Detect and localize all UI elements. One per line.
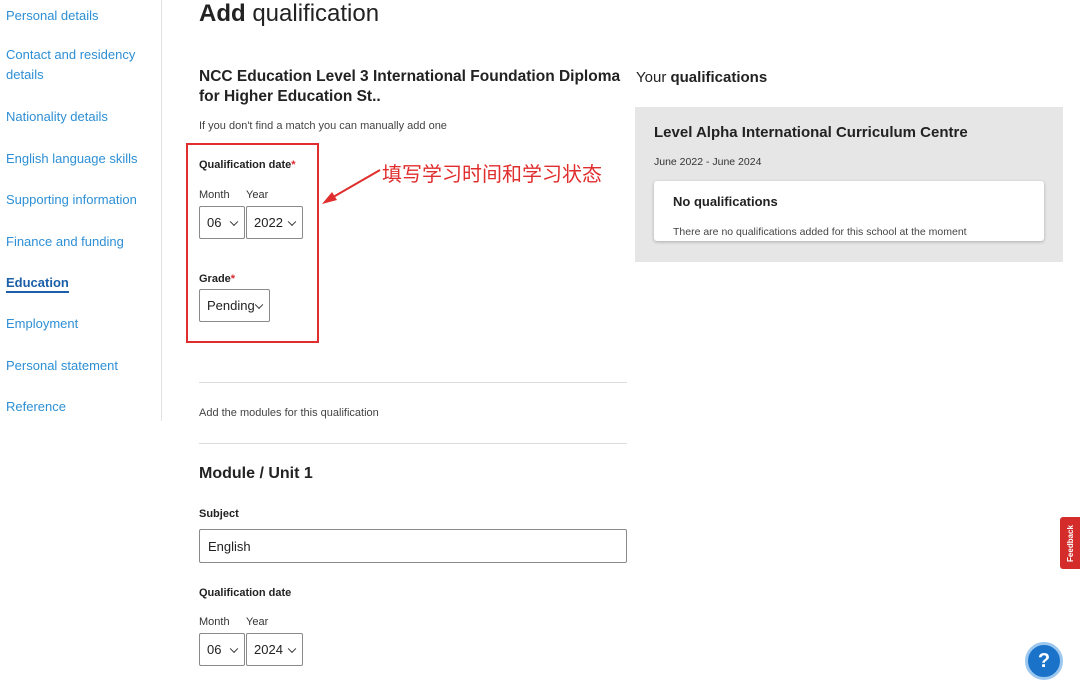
divider xyxy=(199,382,627,383)
manual-add-text: If you don't find a match you can manual… xyxy=(199,120,447,132)
module-month-label: Month xyxy=(199,616,230,628)
sidebar-item-personal-statement[interactable]: Personal statement xyxy=(6,356,146,376)
help-button[interactable]: ? xyxy=(1025,642,1063,680)
sidebar-item-personal-details[interactable]: Personal details xyxy=(6,6,146,26)
sidebar-item-label: Education xyxy=(6,275,69,293)
required-mark: * xyxy=(230,273,236,285)
module-year-select[interactable]: 2024 xyxy=(246,633,303,666)
grade-select-value: Pending xyxy=(207,298,255,313)
no-qualifications-card: No qualifications There are no qualifica… xyxy=(654,181,1044,241)
sidebar-nav: Personal details Contact and residency d… xyxy=(0,0,162,421)
module-year-label: Year xyxy=(246,616,269,628)
sidebar-item-label: English language skills xyxy=(6,151,138,166)
page-title-bold: Add xyxy=(199,0,246,27)
page-title: Add qualification xyxy=(199,0,379,28)
modules-intro-text: Add the modules for this qualification xyxy=(199,407,379,419)
month-select[interactable]: 06 xyxy=(199,206,245,239)
year-select-value: 2022 xyxy=(254,215,283,230)
sidebar-item-nationality[interactable]: Nationality details xyxy=(6,107,146,127)
school-panel: Level Alpha International Curriculum Cen… xyxy=(635,107,1063,262)
school-dates: June 2022 - June 2024 xyxy=(654,156,762,168)
grade-select[interactable]: Pending xyxy=(199,289,270,322)
sidebar-item-label: Reference xyxy=(6,399,66,414)
arrow-icon xyxy=(322,169,381,204)
sidebar-item-finance[interactable]: Finance and funding xyxy=(6,232,146,252)
subject-input-value: English xyxy=(208,538,251,554)
help-icon: ? xyxy=(1037,649,1051,672)
feedback-tab[interactable]: Feedback xyxy=(1060,517,1080,569)
qualification-date-label: Qualification date* xyxy=(199,159,296,171)
sidebar-item-english-language[interactable]: English language skills xyxy=(6,149,146,169)
sidebar-item-education[interactable]: Education xyxy=(6,273,146,293)
sidebar-item-employment[interactable]: Employment xyxy=(6,314,146,334)
sidebar-item-label: Personal details xyxy=(6,8,99,23)
qualification-name: NCC Education Level 3 International Foun… xyxy=(199,68,621,105)
sidebar-item-label: Supporting information xyxy=(6,192,137,207)
sidebar-item-supporting-info[interactable]: Supporting information xyxy=(6,190,146,210)
qualification-date-label-text: Qualification date xyxy=(199,159,292,171)
divider xyxy=(199,443,627,444)
sidebar-item-label: Employment xyxy=(6,316,79,331)
your-qualifications-heading-light: Your xyxy=(636,69,667,86)
subject-input[interactable]: English xyxy=(199,529,627,563)
feedback-label: Feedback xyxy=(1065,524,1075,562)
required-mark: * xyxy=(291,159,296,171)
chevron-down-icon xyxy=(287,644,297,653)
sidebar-item-label: Contact and residency details xyxy=(6,47,136,82)
chevron-down-icon xyxy=(287,217,297,226)
sidebar-item-reference[interactable]: Reference xyxy=(6,397,146,417)
school-name: Level Alpha International Curriculum Cen… xyxy=(654,124,968,141)
your-qualifications-heading-bold: qualifications xyxy=(670,69,768,86)
sidebar-item-label: Personal statement xyxy=(6,358,119,373)
module-year-select-value: 2024 xyxy=(254,642,283,657)
grade-label: Grade* xyxy=(199,273,235,285)
year-label: Year xyxy=(246,189,269,201)
subject-label: Subject xyxy=(199,508,239,520)
chevron-down-icon xyxy=(229,644,239,653)
module-month-select-value: 06 xyxy=(207,642,222,657)
no-qualifications-text: There are no qualifications added for th… xyxy=(673,226,967,238)
no-qualifications-title: No qualifications xyxy=(673,194,778,209)
year-select[interactable]: 2022 xyxy=(246,206,303,239)
sidebar-item-contact-residency[interactable]: Contact and residency details xyxy=(6,45,146,85)
chevron-down-icon xyxy=(254,300,264,309)
month-label: Month xyxy=(199,189,230,201)
grade-label-text: Grade xyxy=(199,273,231,285)
sidebar-item-label: Nationality details xyxy=(6,109,108,124)
your-qualifications-heading: Your qualifications xyxy=(636,69,767,86)
module-month-select[interactable]: 06 xyxy=(199,633,245,666)
module-heading: Module / Unit 1 xyxy=(199,465,313,482)
chevron-down-icon xyxy=(229,217,239,226)
module-date-label: Qualification date xyxy=(199,587,292,599)
month-select-value: 06 xyxy=(207,215,222,230)
sidebar-item-label: Finance and funding xyxy=(6,234,124,249)
page-title-rest: qualification xyxy=(252,0,380,27)
annotation-text: 填写学习时间和学习状态 xyxy=(382,162,602,186)
